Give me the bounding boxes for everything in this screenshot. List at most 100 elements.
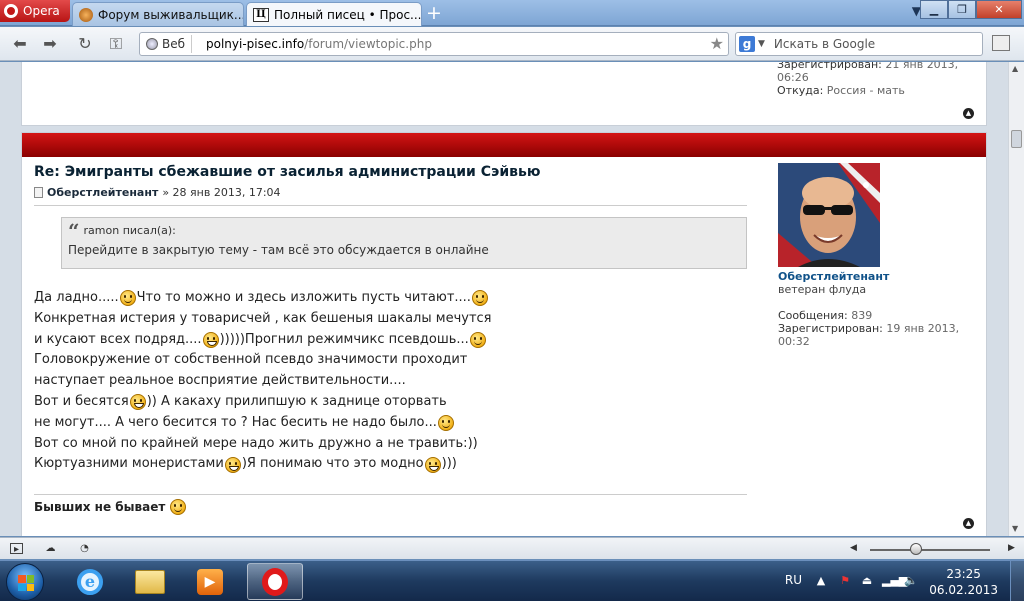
- avatar[interactable]: [778, 163, 880, 267]
- opera-icon: [262, 567, 288, 596]
- zoom-slider[interactable]: [870, 549, 990, 551]
- start-button[interactable]: [6, 563, 44, 601]
- pisec-favicon-icon: Ц: [253, 7, 269, 22]
- site-info-badge[interactable]: Веб: [142, 35, 193, 53]
- quote-text: Перейдите в закрытую тему - там всё это …: [68, 243, 489, 257]
- messages-label: Сообщения:: [778, 309, 848, 322]
- post-title[interactable]: Re: Эмигранты сбежавшие от засилья админ…: [34, 164, 540, 180]
- text-segment: Что то можно и здесь изложить пусть чита…: [136, 290, 471, 305]
- messages-value[interactable]: 839: [851, 309, 872, 322]
- tab-bar: Opera Форум выживальщик... ✕ Ц Полный пи…: [0, 0, 1024, 26]
- text-segment: )Я понимаю что это модно: [241, 456, 424, 472]
- navigation-toolbar: ⬅ ➡ ↻ ⚿ Веб polnyi-pisec.info/forum/view…: [0, 27, 1024, 61]
- post-link-icon[interactable]: [34, 187, 43, 198]
- post-line: и кусают всех подряд....)))))Прогнил реж…: [34, 330, 491, 351]
- post-line: Кюртуазними монеристами )Я понимаю что э…: [34, 454, 491, 475]
- quote-author: ramon писал(а):: [83, 224, 176, 237]
- show-desktop-button[interactable]: [1010, 561, 1024, 601]
- text-segment: Да ладно.....: [34, 290, 119, 305]
- quote-mark-icon: “: [68, 218, 80, 243]
- reload-button[interactable]: ↻: [75, 34, 95, 54]
- from-label: Откуда:: [777, 84, 824, 97]
- tab-polnyi-pisec[interactable]: Ц Полный писец • Прос... ✕: [246, 2, 422, 26]
- new-tab-button[interactable]: +: [424, 3, 444, 23]
- grin-icon: [202, 331, 219, 348]
- close-window-button[interactable]: ✕: [976, 0, 1022, 19]
- post-header-bar: [22, 133, 986, 157]
- zoom-out-arrow-icon[interactable]: ◀: [850, 543, 857, 553]
- clock-time: 23:25: [946, 567, 981, 581]
- text-segment: Кюртуазними монеристами: [34, 456, 224, 472]
- tab-title: Форум выживальщик...: [98, 7, 244, 22]
- turbo-gauge-icon[interactable]: ◔: [78, 543, 91, 554]
- text-segment: Конкретная истерия у товарисчей , как бе…: [34, 310, 492, 326]
- bookmark-star-icon[interactable]: ★: [710, 34, 724, 53]
- registered-time: 06:26: [777, 71, 809, 84]
- taskbar-explorer[interactable]: [122, 563, 178, 600]
- back-to-top-icon[interactable]: ▲: [963, 108, 974, 119]
- zoom-in-arrow-icon[interactable]: ▶: [1008, 543, 1015, 553]
- taskbar-opera[interactable]: [247, 563, 303, 600]
- vertical-scrollbar[interactable]: ▲ ▼: [1008, 62, 1024, 536]
- network-signal-icon[interactable]: ▂▄▆: [882, 574, 907, 588]
- internet-explorer-icon: e: [77, 568, 103, 595]
- page-viewport: Зарегистрирован: 21 янв 2013, 06:26 Отку…: [0, 62, 1008, 536]
- grin-icon: [129, 394, 146, 411]
- signature-text: Бывших не бывает: [34, 500, 166, 514]
- signature: Бывших не бывает: [34, 499, 187, 515]
- profile-name[interactable]: Оберстлейтенант: [778, 270, 889, 283]
- text-segment: Вот и бесятся: [34, 393, 129, 409]
- scroll-up-arrow-icon[interactable]: ▲: [1012, 64, 1018, 73]
- opera-unite-cloud-icon[interactable]: ☁: [44, 543, 57, 554]
- search-engine-arrow-icon[interactable]: ▼: [758, 39, 765, 49]
- volume-icon[interactable]: 🔈: [904, 574, 918, 588]
- opera-menu-button[interactable]: Opera: [0, 0, 70, 22]
- search-placeholder: Искать в Google: [773, 37, 876, 51]
- profile-rank: ветеран флуда: [778, 283, 867, 296]
- url-text[interactable]: polnyi-pisec.info/forum/viewtopic.php: [206, 37, 432, 51]
- url-path: /forum/viewtopic.php: [304, 37, 432, 51]
- tab-survival-forum[interactable]: Форум выживальщик... ✕: [72, 2, 244, 26]
- registered-label: Зарегистрирован:: [777, 62, 882, 71]
- back-button[interactable]: ⬅: [10, 34, 30, 54]
- clock-date: 06.02.2013: [929, 583, 998, 597]
- search-box[interactable]: g ▼ Искать в Google: [735, 32, 983, 56]
- back-to-top-icon[interactable]: ▲: [963, 518, 974, 529]
- post-author[interactable]: Оберстлейтенант: [47, 186, 158, 199]
- forward-button[interactable]: ➡: [40, 34, 60, 54]
- text-segment: Вот со мной по крайней мере надо жить др…: [34, 435, 478, 451]
- text-segment: не могут.... А чего бесится то ? Нас бес…: [34, 414, 437, 430]
- panel-toggle-icon[interactable]: [992, 35, 1010, 51]
- panel-toggle-icon[interactable]: ▸: [10, 543, 23, 555]
- google-icon[interactable]: g: [739, 36, 755, 52]
- address-bar[interactable]: Веб polnyi-pisec.info/forum/viewtopic.ph…: [139, 32, 729, 56]
- registered-time: 00:32: [778, 335, 810, 348]
- folder-icon: [135, 569, 165, 594]
- tray-expand-arrow-icon[interactable]: ▲: [814, 574, 828, 588]
- tab-title: Полный писец • Прос...: [274, 7, 422, 22]
- usb-device-icon[interactable]: ⏏: [860, 574, 874, 588]
- smile-icon: [469, 331, 486, 348]
- taskbar-internet-explorer[interactable]: e: [62, 563, 118, 600]
- windows-logo-icon: [18, 575, 34, 591]
- post-line: Вот со мной по крайней мере надо жить др…: [34, 434, 491, 455]
- scrollbar-thumb[interactable]: [1011, 130, 1022, 148]
- windows-taskbar: e ▶ RU ▲ ⚑ ⏏ ▂▄▆ 🔈 23:25 06.02.2013: [0, 560, 1024, 601]
- key-icon[interactable]: ⚿: [106, 34, 126, 54]
- quote-block: “ ramon писал(а): Перейдите в закрытую т…: [61, 217, 747, 269]
- grin-icon: [224, 456, 241, 473]
- registered-label: Зарегистрирован:: [778, 322, 883, 335]
- taskbar-media-player[interactable]: ▶: [182, 563, 238, 600]
- maximize-button[interactable]: ❐: [948, 0, 976, 19]
- site-badge-label: Веб: [162, 37, 186, 51]
- language-indicator[interactable]: RU: [785, 573, 802, 587]
- scroll-down-arrow-icon[interactable]: ▼: [1012, 524, 1018, 533]
- clock[interactable]: 23:25 06.02.2013: [929, 566, 998, 598]
- minimize-button[interactable]: ▁: [920, 0, 948, 19]
- smile-icon: [170, 499, 187, 515]
- post-line: Да ладно..... Что то можно и здесь излож…: [34, 288, 491, 309]
- prev-post-profile: Зарегистрирован: 21 янв 2013, 06:26 Отку…: [777, 62, 958, 97]
- from-value: Россия - мать: [826, 84, 905, 97]
- zoom-slider-knob[interactable]: [910, 543, 922, 555]
- action-center-flag-icon[interactable]: ⚑: [838, 574, 852, 588]
